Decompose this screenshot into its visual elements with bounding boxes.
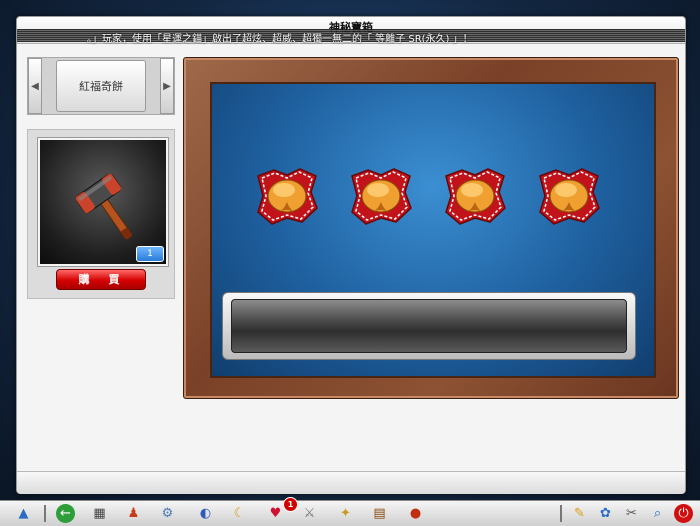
fortune-cookie-slot[interactable] <box>442 166 508 228</box>
taskbar-separator <box>44 505 46 522</box>
search-icon[interactable]: ⌕ <box>648 504 667 523</box>
taskbar-separator <box>560 505 562 522</box>
notes-icon[interactable]: ✎ <box>570 504 589 523</box>
result-box <box>222 292 636 360</box>
selected-item-label: 紅福奇餅 <box>79 80 123 93</box>
item-panel: 1 購 買 <box>27 129 175 299</box>
fortune-cookie-icon <box>445 168 506 225</box>
paw-icon[interactable]: ✿ <box>596 504 615 523</box>
selected-item-label-box[interactable]: 紅福奇餅 <box>56 60 146 112</box>
buy-button[interactable]: 購 買 <box>56 269 146 290</box>
back-icon[interactable]: ← <box>56 504 75 523</box>
book-icon[interactable]: ▤ <box>370 504 389 523</box>
arrow-left-icon: ◀ <box>31 80 39 92</box>
tools-icon[interactable]: ✂ <box>622 504 641 523</box>
fortune-cookie-icon <box>351 168 412 225</box>
taskbar: ▲ ← ▦ ♟ ⚙ ◐ ☾ ♥ 1 ⚔ ✦ ▤ ● ✎ ✿ ✂ ⌕ ⏻ <box>0 497 700 526</box>
announcement-ticker-text: 。」玩家，使用「星運之錨」啟出了超炫、超威、超獨一無二的「 等離子 SR(永久)… <box>87 34 473 45</box>
item-slot[interactable]: 1 <box>38 138 168 266</box>
start-icon[interactable]: ▲ <box>14 504 33 523</box>
mystery-box-window: 神秘寶箱 。」玩家，使用「星運之錨」啟出了超炫、超威、超獨一無二的「 等離子 S… <box>16 16 686 494</box>
globe-icon[interactable]: ◐ <box>196 504 215 523</box>
notification-badge: 1 <box>283 497 298 512</box>
previous-item-button[interactable]: ◀ <box>28 58 42 114</box>
board <box>210 82 656 378</box>
next-item-button[interactable]: ▶ <box>160 58 174 114</box>
fortune-cookie-icon <box>539 168 600 225</box>
power-icon[interactable]: ⏻ <box>674 504 693 523</box>
sword-icon[interactable]: ⚔ <box>300 504 319 523</box>
item-selector: ◀ 紅福奇餅 ▶ <box>27 57 175 115</box>
fortune-cookie-slot[interactable] <box>348 166 414 228</box>
wings-icon[interactable]: ✦ <box>336 504 355 523</box>
quantity-badge: 1 <box>136 246 164 262</box>
fortune-cookie-icon <box>257 168 318 225</box>
result-display <box>231 299 627 353</box>
heart-icon[interactable]: ♥ <box>266 504 285 523</box>
titlebar[interactable]: 神秘寶箱 。」玩家，使用「星運之錨」啟出了超炫、超威、超獨一無二的「 等離子 S… <box>17 17 685 45</box>
fortune-cookie-slot[interactable] <box>254 166 320 228</box>
board-frame <box>183 57 679 399</box>
avatar-icon[interactable]: ● <box>406 504 425 523</box>
shop-icon[interactable]: ▦ <box>90 504 109 523</box>
character-icon[interactable]: ♟ <box>124 504 143 523</box>
settings-gear-icon[interactable]: ⚙ <box>158 504 177 523</box>
arrow-right-icon: ▶ <box>163 80 171 92</box>
window-footer <box>17 471 685 494</box>
fortune-cookie-slot[interactable] <box>536 166 602 228</box>
banana-icon[interactable]: ☾ <box>230 504 249 523</box>
